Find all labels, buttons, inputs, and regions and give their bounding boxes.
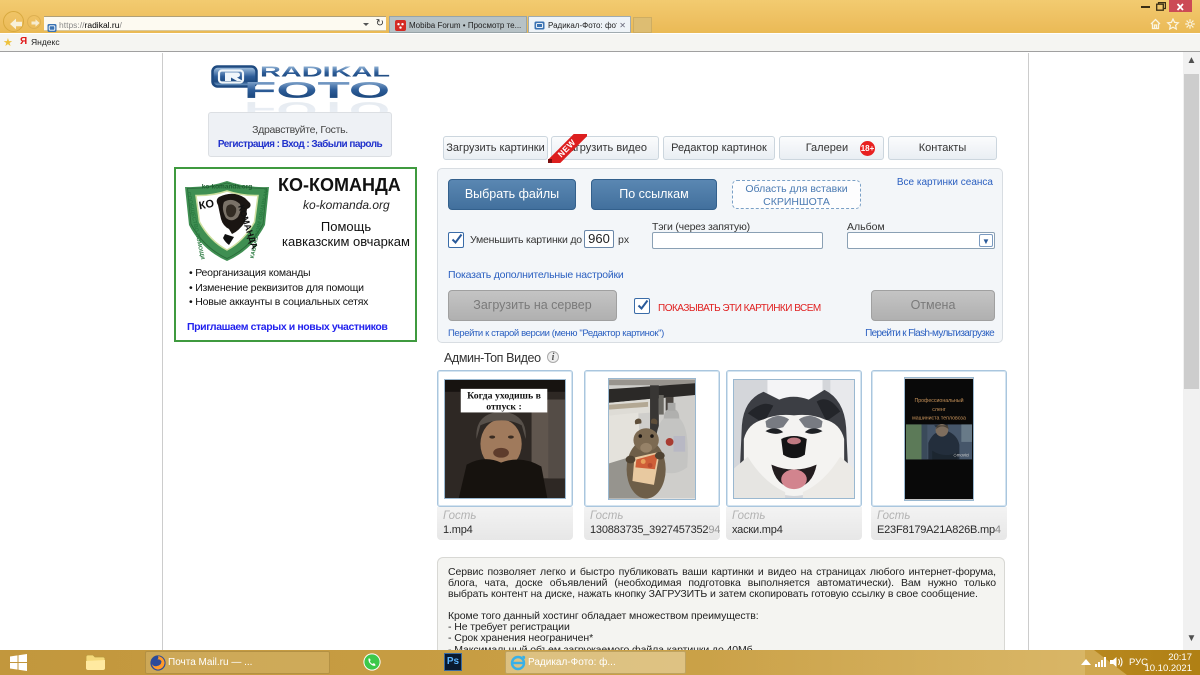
svg-text:машиниста тепловоза: машиниста тепловоза — [912, 415, 966, 421]
svg-text:◇movici: ◇movici — [953, 452, 969, 457]
svg-text:сленг: сленг — [932, 406, 945, 412]
svg-text:отпуск :: отпуск : — [486, 401, 522, 412]
svg-text:Когда уходишь в: Когда уходишь в — [467, 390, 541, 401]
svg-text:ko‑komanda.org: ko‑komanda.org — [202, 184, 253, 191]
svg-text:Профессиональный: Профессиональный — [914, 397, 963, 404]
